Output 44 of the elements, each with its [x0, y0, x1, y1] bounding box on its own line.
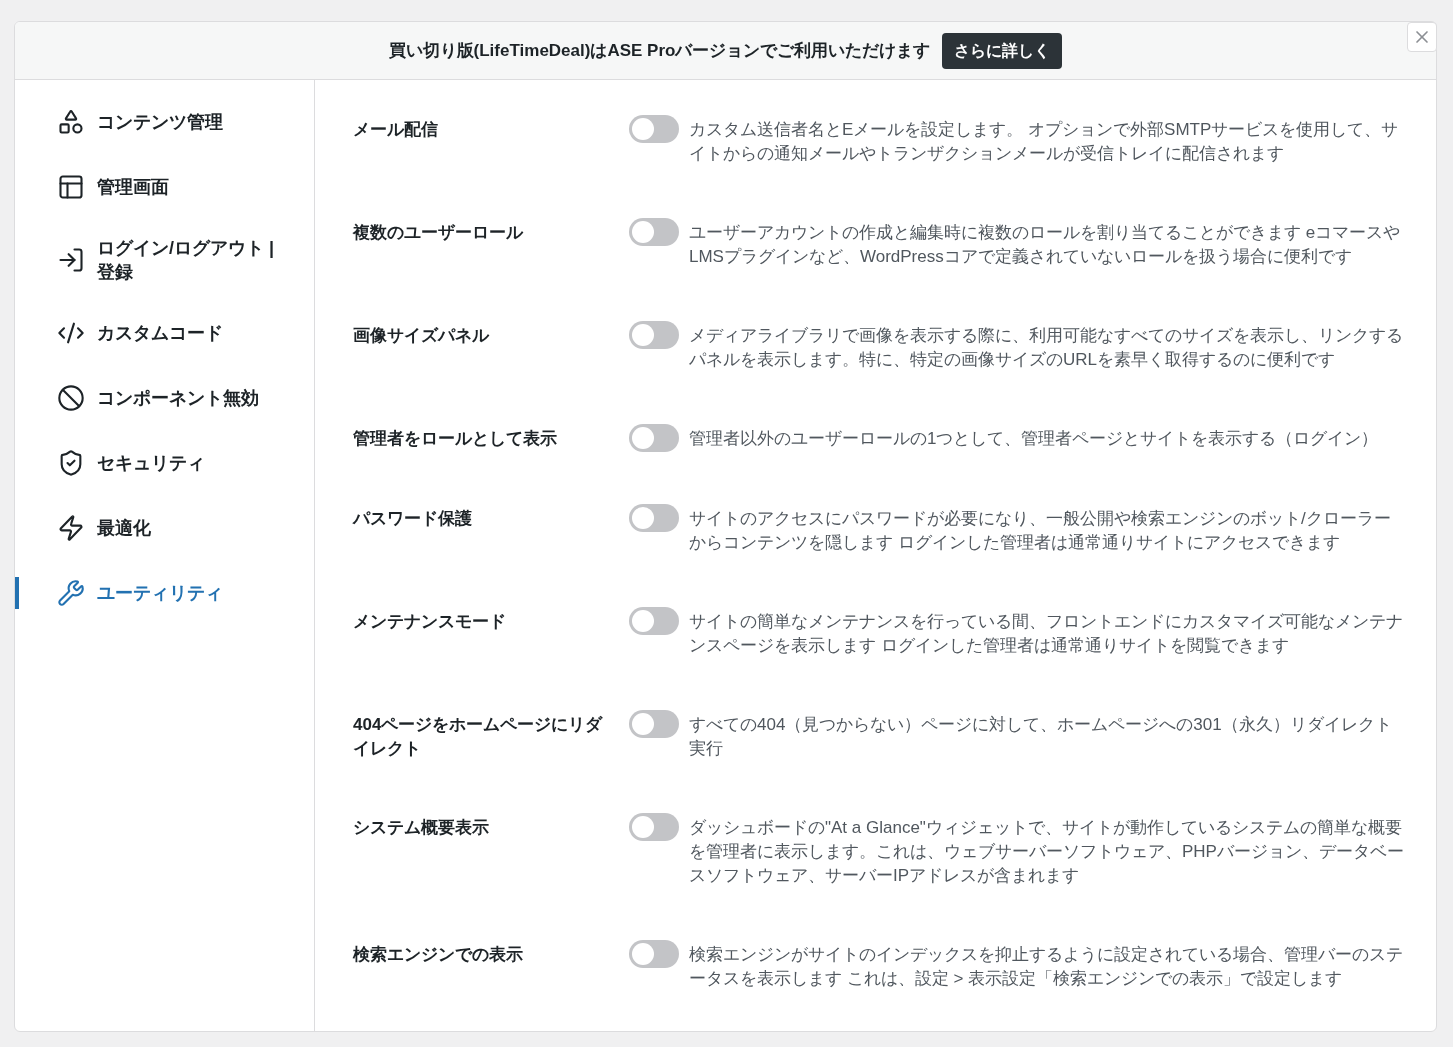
setting-title: 複数のユーザーロール — [353, 222, 525, 244]
setting-title: 検索エンジンでの表示 — [353, 944, 524, 966]
toggle-switch[interactable] — [629, 607, 679, 635]
setting-title: 画像サイズパネル — [353, 325, 491, 347]
toggle-switch[interactable] — [629, 710, 679, 738]
setting-description: サイトの簡単なメンテナンスを行っている間、フロントエンドにカスタマイズ可能なメンテナンスページを表示します ログインした管理者は通常通りサイトを閲覧できます — [689, 611, 1404, 657]
toggle-switch[interactable] — [629, 813, 679, 841]
sidebar-item[interactable]: コンテンツ管理 — [15, 106, 314, 138]
sidebar-item[interactable]: カスタムコード — [15, 317, 314, 349]
toggle-switch[interactable] — [629, 115, 679, 143]
promo-text: 買い切り版(LifeTimeDeal)はASE Proバージョンでご利用いただけます — [388, 39, 931, 62]
toggle-switch[interactable] — [629, 321, 679, 349]
setting-description: 管理者以外のユーザーロールの1つとして、管理者ページとサイトを表示する（ログイン） — [689, 428, 1380, 450]
toggle-switch[interactable] — [629, 940, 679, 968]
layout-icon — [57, 173, 85, 201]
close-button[interactable] — [1407, 22, 1437, 52]
setting-title: メンテナンスモード — [353, 611, 507, 633]
setting-description: すべての404（見つからない）ページに対して、ホームページへの301（永久）リダイレクト実行 — [689, 714, 1393, 760]
setting-description: ユーザーアカウントの作成と編集時に複数のロールを割り当てることができます eコマースやLMSプラグインなど、WordPressコアで定義されていないロールを扱う場合に便利です — [689, 222, 1402, 268]
login-icon — [57, 246, 85, 274]
lightning-icon — [57, 514, 85, 542]
sidebar-item[interactable]: 最適化 — [15, 512, 314, 544]
shapes-icon — [57, 108, 85, 136]
toggle-switch[interactable] — [629, 218, 679, 246]
setting-description: カスタム送信者名とEメールを設定します。 オプションで外部SMTPサービスを使用して、サイトからの通知メールやトランザクションメールが受信トレイに配信されます — [689, 119, 1400, 165]
sidebar-item[interactable]: セキュリティ — [15, 447, 314, 479]
wrench-icon — [57, 579, 85, 607]
setting-title: メール配信 — [353, 119, 439, 141]
prohibited-icon — [57, 384, 85, 412]
toggle-switch[interactable] — [629, 424, 679, 452]
sidebar-item[interactable]: コンポーネント無効 — [15, 382, 314, 414]
setting-title: パスワード保護 — [353, 508, 473, 530]
setting-title: 管理者をロールとして表示 — [353, 428, 558, 450]
toggle-switch[interactable] — [629, 504, 679, 532]
sidebar-item[interactable]: ユーティリティ — [15, 577, 314, 609]
setting-description: ダッシュボードの"At a Glance"ウィジェットで、サイトが動作しているシステムの簡単な概要を管理者に表示します。これは、ウェブサーバーソフトウェア、PHPバージョン、データベースソフトウェア、サーバーIPアドレスが含まれます — [689, 817, 1404, 887]
setting-description: サイトのアクセスにパスワードが必要になり、一般公開や検索エンジンのボット/クローラーからコンテンツを隠します ログインした管理者は通常通りサイトにアクセスできます — [689, 508, 1392, 554]
setting-title: システム概要表示 — [353, 817, 490, 839]
setting-description: 検索エンジンがサイトのインデックスを抑止するように設定されている場合、管理バーのステータスを表示します これは、設定 > 表示設定「検索エンジンでの表示」で設定します — [689, 944, 1404, 990]
learn-more-button[interactable]: さらに詳しく — [942, 32, 1063, 69]
sidebar-item[interactable]: 管理画面 — [15, 171, 314, 203]
setting-title: 404ページをホームページにリダイレクト — [353, 714, 604, 760]
setting-description: メディアライブラリで画像を表示する際に、利用可能なすべてのサイズを表示し、リンクするパネルを表示します。特に、特定の画像サイズのURLを素早く取得するのに便利です — [689, 325, 1404, 371]
sidebar-item[interactable]: ログイン/ログアウト | 登録 — [15, 236, 314, 284]
